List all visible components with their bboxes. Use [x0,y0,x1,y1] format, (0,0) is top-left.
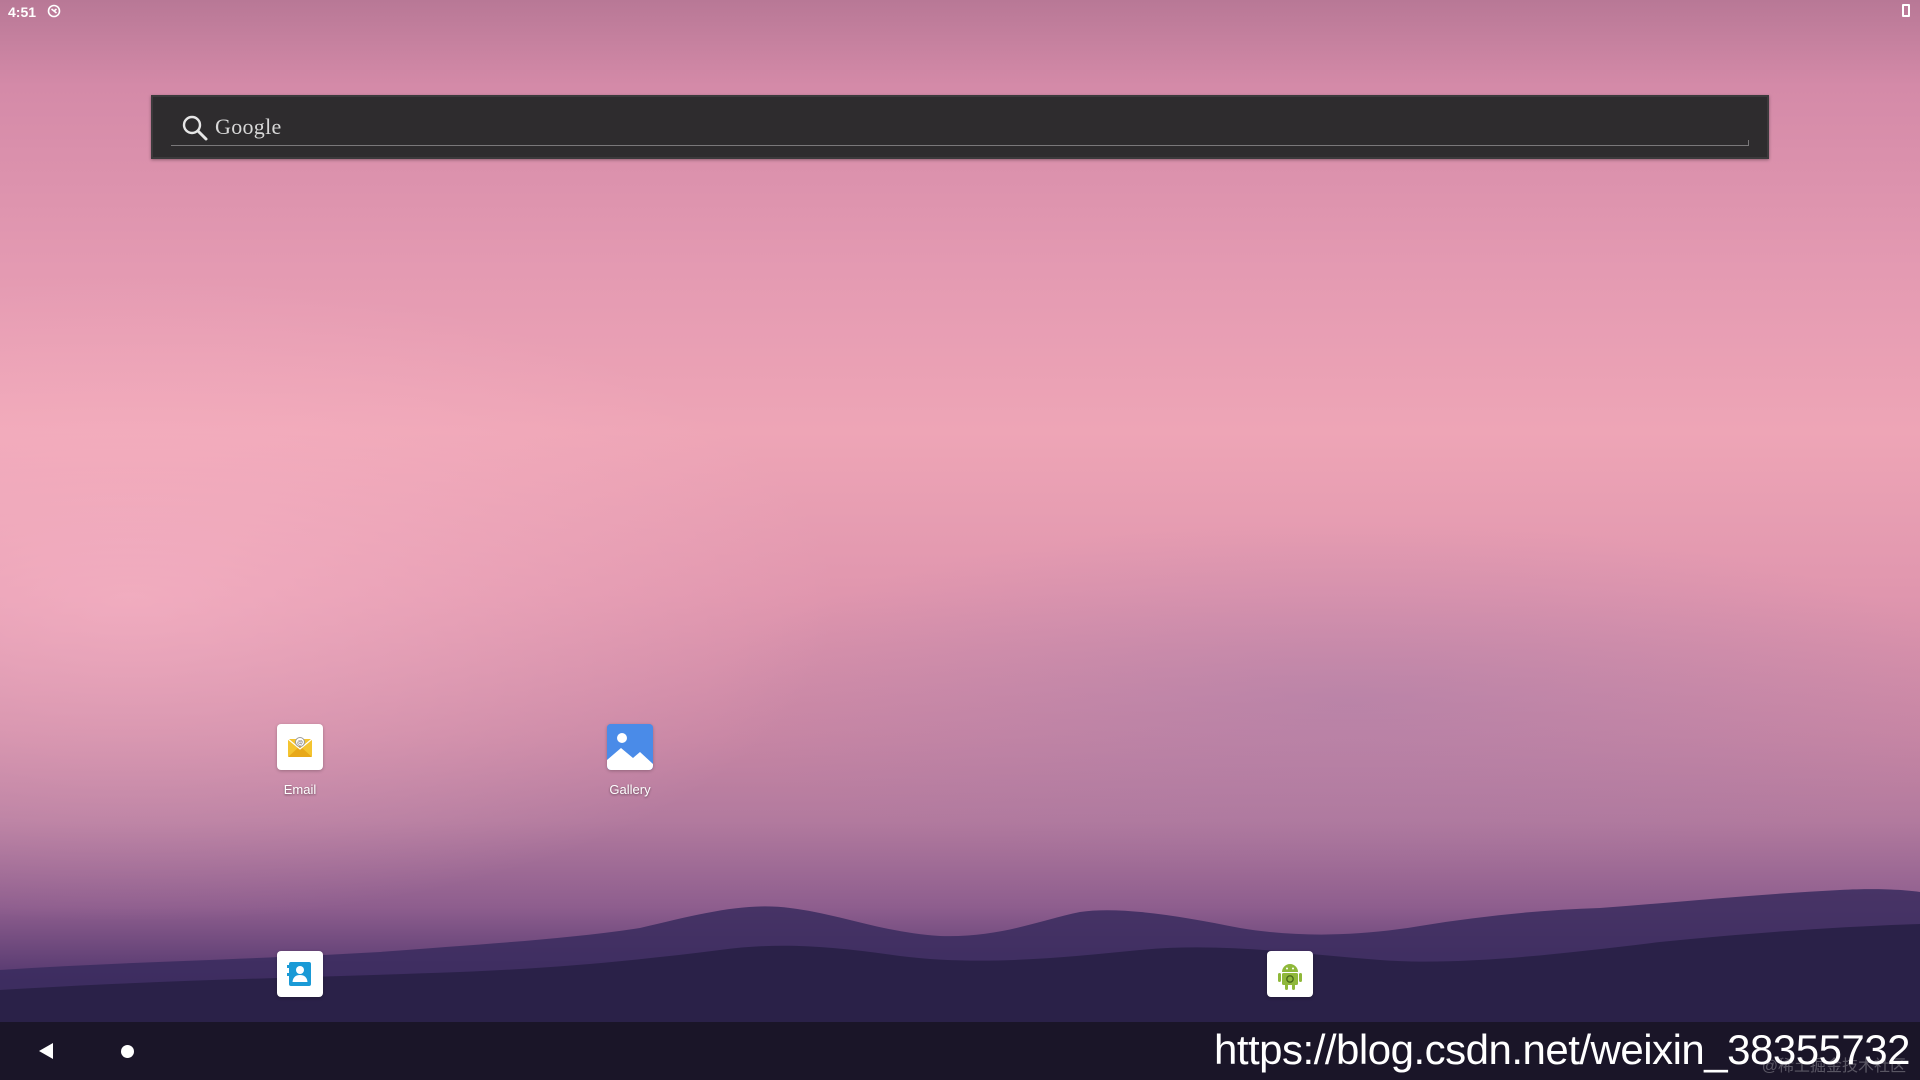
wallpaper-glow [0,250,900,950]
navigation-bar: https://blog.csdn.net/weixin_38355732 [0,1022,1920,1080]
search-icon [182,115,208,141]
app-android[interactable] [1230,951,1350,997]
gallery-icon [607,724,653,770]
android-app-icon [1267,951,1313,997]
app-gallery[interactable]: Gallery [570,724,690,797]
sync-icon [47,4,61,18]
app-email[interactable]: @ Email [240,724,360,797]
status-bar: 4:51 [0,0,1920,24]
app-contacts[interactable] [240,951,360,997]
wallpaper-haze [700,520,1920,880]
home-screen: 4:51 Google @ Email Gallery https://blog… [0,0,1920,1080]
status-time: 4:51 [8,4,37,20]
search-underline [171,140,1749,146]
app-label-email: Email [283,782,317,797]
contacts-icon [277,951,323,997]
watermark-sub: @稀土掘金技术社区 [1761,1058,1906,1075]
app-label-gallery: Gallery [609,782,651,797]
battery-icon [1902,4,1910,17]
search-hint: Google [215,114,282,139]
home-icon[interactable] [121,1045,134,1058]
email-icon: @ [277,724,323,770]
google-search-bar[interactable]: Google [151,95,1769,159]
back-icon[interactable] [39,1043,53,1059]
svg-text:@: @ [297,741,303,747]
